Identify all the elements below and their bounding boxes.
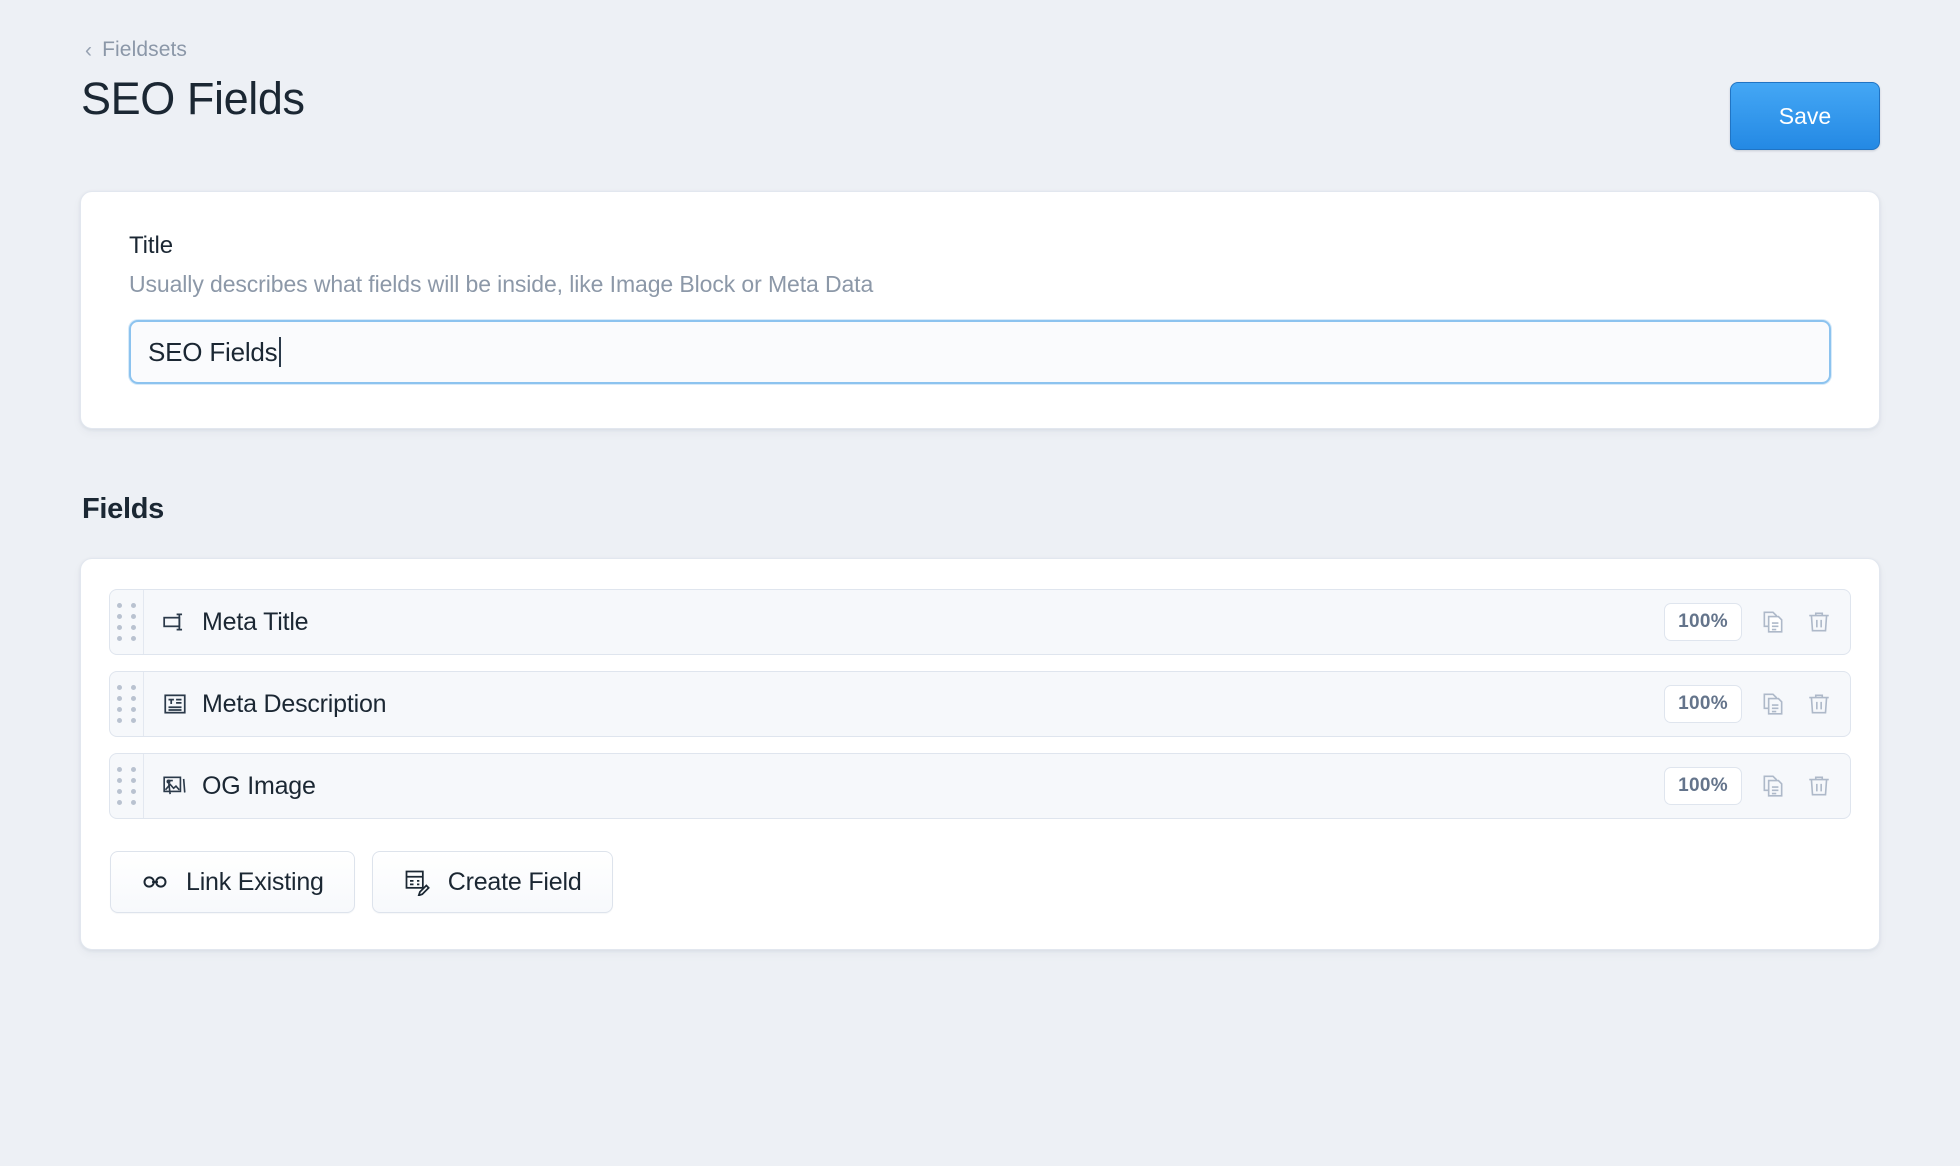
grip-dots-icon: [116, 603, 137, 641]
text-caret: [278, 337, 281, 367]
page-title: SEO Fields: [81, 73, 305, 124]
field-row-label: Meta Description: [202, 689, 387, 718]
assets-icon: [162, 773, 188, 799]
field-row-main[interactable]: Meta Title: [144, 590, 1664, 654]
trash-icon[interactable]: [1804, 606, 1834, 638]
field-row-actions: 100%: [1664, 590, 1850, 654]
field-row-main[interactable]: Meta Description: [144, 672, 1664, 736]
field-width-badge[interactable]: 100%: [1664, 603, 1742, 641]
link-icon: [141, 868, 169, 896]
breadcrumb-fieldsets[interactable]: ‹ Fieldsets: [85, 0, 187, 62]
table-row[interactable]: Meta Title 100%: [109, 589, 1851, 655]
copy-icon[interactable]: [1758, 770, 1788, 802]
fields-section-heading: Fields: [82, 493, 164, 525]
chevron-left-icon: ‹: [85, 38, 93, 62]
drag-handle[interactable]: [110, 590, 144, 654]
link-existing-label: Link Existing: [186, 867, 324, 896]
grip-dots-icon: [116, 685, 137, 723]
grip-dots-icon: [116, 767, 137, 805]
field-width-badge[interactable]: 100%: [1664, 767, 1742, 805]
field-row-label: OG Image: [202, 771, 316, 800]
table-row[interactable]: OG Image 100%: [109, 753, 1851, 819]
trash-icon[interactable]: [1804, 770, 1834, 802]
drag-handle[interactable]: [110, 754, 144, 818]
table-row[interactable]: Meta Description 100%: [109, 671, 1851, 737]
create-field-button[interactable]: Create Field: [371, 851, 613, 913]
field-row-label: Meta Title: [202, 607, 309, 636]
fields-actions: Link Existing Create Field: [109, 851, 1851, 913]
title-field-label: Title: [129, 232, 173, 259]
copy-icon[interactable]: [1758, 606, 1788, 638]
text-input-icon: [162, 609, 188, 635]
trash-icon[interactable]: [1804, 688, 1834, 720]
textarea-icon: [162, 691, 188, 717]
title-input-value: SEO Fields: [148, 336, 278, 367]
field-width-badge[interactable]: 100%: [1664, 685, 1742, 723]
field-row-main[interactable]: OG Image: [144, 754, 1664, 818]
page-header: SEO Fields Save: [80, 72, 1880, 150]
drag-handle[interactable]: [110, 672, 144, 736]
title-card: Title Usually describes what fields will…: [80, 191, 1880, 429]
title-field-help: Usually describes what fields will be in…: [129, 271, 874, 297]
create-field-label: Create Field: [447, 867, 582, 896]
save-button[interactable]: Save: [1730, 82, 1880, 150]
title-input[interactable]: SEO Fields: [129, 320, 1831, 384]
breadcrumb-label: Fieldsets: [102, 38, 188, 61]
link-existing-button[interactable]: Link Existing: [110, 851, 355, 913]
fields-card: Meta Title 100% Meta Description 100% OG…: [80, 558, 1880, 950]
field-row-actions: 100%: [1664, 754, 1850, 818]
form-pencil-icon: [403, 868, 431, 896]
page-root: ‹ Fieldsets SEO Fields Save Title Usuall…: [0, 0, 1960, 1166]
copy-icon[interactable]: [1758, 688, 1788, 720]
field-row-actions: 100%: [1664, 672, 1850, 736]
